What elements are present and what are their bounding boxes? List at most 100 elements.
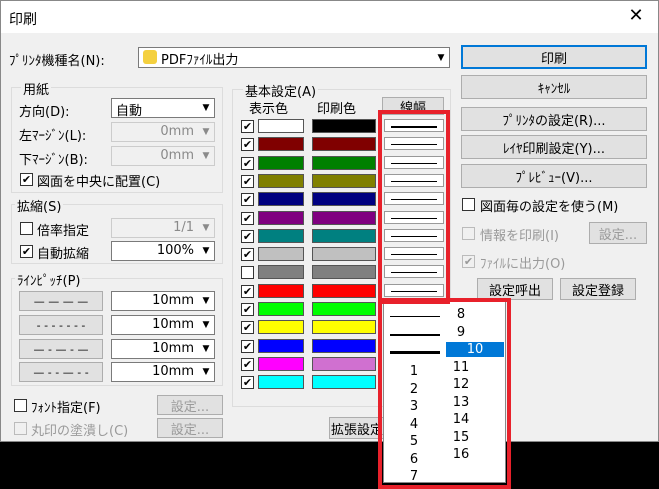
color-row-13-checkbox[interactable]: ✔ [241, 339, 254, 353]
direction-select[interactable]: 自動 ▼ [111, 98, 215, 119]
left-margin-select[interactable]: 0mm ▼ [111, 122, 215, 142]
close-icon[interactable]: ✕ [625, 5, 647, 27]
chevron-down-icon[interactable]: ▼ [198, 123, 214, 141]
auto-scale-checkbox[interactable]: ✔ [20, 245, 33, 258]
printer-select[interactable]: PDFﾌｧｲﾙ出力 ▼ [138, 47, 450, 68]
window-title: 印刷 [9, 12, 37, 28]
direction-value: 自動 [116, 104, 143, 119]
chevron-down-icon[interactable]: ▼ [198, 316, 214, 334]
display-color-swatch-10[interactable] [258, 283, 304, 298]
info-settings-button[interactable]: 設定... [589, 222, 647, 244]
color-row-14-checkbox[interactable]: ✔ [241, 357, 254, 371]
color-row-11-checkbox[interactable]: ✔ [241, 303, 254, 316]
ratio-checkbox[interactable] [20, 222, 33, 235]
print-color-swatch-2[interactable] [312, 137, 376, 152]
color-row-7-checkbox[interactable]: ✔ [241, 229, 254, 243]
print-color-swatch-4[interactable] [312, 173, 376, 188]
display-color-swatch-14[interactable] [258, 356, 304, 371]
display-color-swatch-13[interactable] [258, 338, 304, 353]
preview-button[interactable]: ﾌﾟﾚﾋﾞｭｰ(V)... [461, 164, 647, 188]
chevron-down-icon[interactable]: ▼ [198, 147, 214, 165]
pitch-4-select[interactable]: 10mm ▼ [111, 362, 215, 382]
color-row-12-checkbox[interactable]: ✔ [241, 321, 254, 335]
display-color-swatch-6[interactable] [258, 210, 304, 225]
display-color-swatch-5[interactable] [258, 192, 304, 207]
chevron-down-icon[interactable]: ▼ [198, 99, 214, 117]
file-output-checkbox[interactable]: ✔ [462, 255, 475, 268]
extend-settings-button[interactable]: 拡張設定 [329, 417, 385, 439]
chevron-down-icon[interactable]: ▼ [198, 363, 214, 381]
print-color-header: 印刷色 [317, 102, 357, 117]
cancel-button[interactable]: ｷｬﾝｾﾙ [461, 75, 647, 99]
display-color-swatch-15[interactable] [258, 375, 304, 390]
display-color-swatch-2[interactable] [258, 137, 304, 152]
color-row-4-checkbox[interactable]: ✔ [241, 174, 254, 188]
color-row-8-checkbox[interactable]: ✔ [241, 248, 254, 262]
per-drawing-checkbox[interactable] [462, 198, 475, 211]
per-drawing-label: 図面毎の設定を使う(M) [480, 200, 619, 215]
display-color-swatch-3[interactable] [258, 155, 304, 170]
chevron-down-icon[interactable]: ▼ [198, 219, 214, 237]
print-color-swatch-3[interactable] [312, 155, 376, 170]
pitch-pattern-2-button[interactable]: - - - - - - - [19, 315, 103, 335]
layer-settings-button[interactable]: ﾚｲﾔ印刷設定(Y)... [461, 135, 647, 159]
pitch-1-value: 10mm [152, 293, 194, 308]
print-info-checkbox[interactable] [462, 227, 475, 240]
color-row-15-checkbox[interactable]: ✔ [241, 376, 254, 390]
bottom-margin-select[interactable]: 0mm ▼ [111, 146, 215, 166]
color-row-1-checkbox[interactable]: ✔ [241, 120, 254, 133]
print-info-label: 情報を印刷(I) [480, 229, 559, 244]
print-color-swatch-5[interactable] [312, 192, 376, 207]
highlight-line-width-column [378, 110, 450, 304]
recall-settings-button[interactable]: 設定呼出 [477, 278, 553, 300]
print-color-swatch-8[interactable] [312, 247, 376, 262]
display-color-swatch-1[interactable] [258, 119, 304, 133]
pitch-1-select[interactable]: 10mm ▼ [111, 291, 215, 311]
display-color-swatch-8[interactable] [258, 247, 304, 262]
auto-scale-select[interactable]: 100% ▼ [111, 241, 215, 261]
pitch-pattern-3-button[interactable]: — - — - — [19, 339, 103, 359]
display-color-swatch-7[interactable] [258, 228, 304, 243]
print-color-swatch-14[interactable] [312, 356, 376, 371]
print-color-swatch-7[interactable] [312, 228, 376, 243]
color-row-5-checkbox[interactable]: ✔ [241, 193, 254, 207]
chevron-down-icon[interactable]: ▼ [198, 340, 214, 358]
print-color-swatch-1[interactable] [312, 119, 376, 133]
register-settings-button[interactable]: 設定登録 [560, 278, 636, 300]
fill-circle-checkbox[interactable] [14, 422, 27, 435]
pitch-pattern-1-button[interactable]: — — — — [19, 291, 103, 311]
print-color-swatch-10[interactable] [312, 283, 376, 298]
font-settings-button[interactable]: 設定... [157, 395, 223, 415]
display-color-swatch-11[interactable] [258, 302, 304, 316]
chevron-down-icon[interactable]: ▼ [198, 292, 214, 310]
print-color-swatch-6[interactable] [312, 210, 376, 225]
display-color-swatch-12[interactable] [258, 320, 304, 335]
color-row-10-checkbox[interactable]: ✔ [241, 284, 254, 298]
print-color-swatch-13[interactable] [312, 338, 376, 353]
color-row-2-checkbox[interactable]: ✔ [241, 138, 254, 152]
printer-settings-button[interactable]: ﾌﾟﾘﾝﾀの設定(R)... [461, 107, 647, 131]
print-color-swatch-9[interactable] [312, 265, 376, 280]
chevron-down-icon[interactable]: ▼ [433, 48, 449, 67]
chevron-down-icon[interactable]: ▼ [198, 242, 214, 260]
print-color-swatch-12[interactable] [312, 320, 376, 335]
display-color-swatch-9[interactable] [258, 265, 304, 280]
ratio-select[interactable]: 1/1 ▼ [111, 218, 215, 238]
print-color-swatch-11[interactable] [312, 302, 376, 316]
font-checkbox[interactable] [14, 399, 27, 412]
file-output-label: ﾌｧｲﾙに出力(O) [480, 257, 566, 272]
fill-settings-button[interactable]: 設定... [157, 418, 223, 438]
color-row-3-checkbox[interactable]: ✔ [241, 156, 254, 170]
color-row-6-checkbox[interactable]: ✔ [241, 211, 254, 225]
color-row-9-checkbox[interactable] [241, 266, 254, 280]
auto-scale-label: 自動拡縮 [37, 247, 90, 262]
pitch-pattern-4-button[interactable]: — - - — - - [19, 362, 103, 382]
center-checkbox[interactable]: ✔ [20, 173, 33, 186]
title-bar: 印刷 ✕ [1, 1, 658, 33]
display-color-swatch-4[interactable] [258, 173, 304, 188]
pitch-2-select[interactable]: 10mm ▼ [111, 315, 215, 335]
print-button[interactable]: 印刷 [461, 45, 647, 69]
print-color-swatch-15[interactable] [312, 375, 376, 390]
ratio-value: 1/1 [173, 220, 194, 235]
pitch-3-select[interactable]: 10mm ▼ [111, 339, 215, 359]
